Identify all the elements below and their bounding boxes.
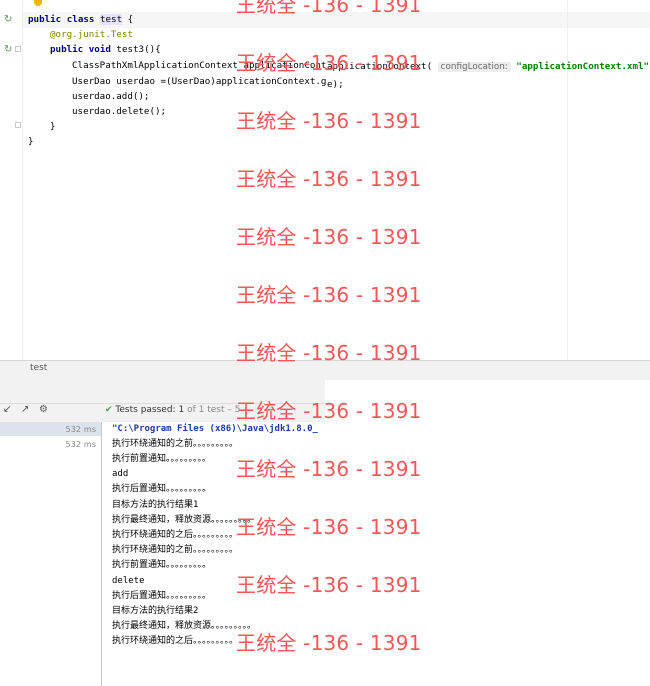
console-line: 执行后置通知。。。。。。。。。	[112, 484, 212, 494]
console-line: 目标方法的执行结果1	[112, 500, 199, 510]
console-line: 执行最终通知，释放资源。。。。。。。。。	[112, 515, 257, 525]
code-line-userdao: UserDao userdao =(UserDao)applicationCon…	[72, 76, 327, 87]
run-header-bar	[0, 380, 325, 404]
run-header-gap	[325, 380, 650, 404]
run-tool-window-header	[0, 360, 650, 381]
intention-bulb-icon[interactable]	[34, 0, 42, 6]
fold-icon[interactable]	[15, 122, 21, 128]
param-hint: configLocation:	[437, 62, 511, 72]
code-line-annotation: @org.junit.Test	[50, 29, 133, 40]
code-line-add: userdao.add();	[72, 91, 150, 102]
console-line: 执行前置通知。。。。。。。。。	[112, 560, 212, 570]
console-line: delete	[112, 576, 145, 586]
console-line: 执行后置通知。。。。。。。。。	[112, 591, 212, 601]
run-tab-label[interactable]: test	[30, 363, 47, 373]
console-line: 执行环绕通知的之后。。。。。。。。。	[112, 530, 239, 540]
console-line: 目标方法的执行结果2	[112, 606, 199, 616]
code-line-context-tail: applicationContext( configLocation: "app…	[327, 61, 650, 72]
console-command: "C:\Program Files (x86)\Java\jdk1.8.0_	[112, 424, 318, 434]
editor-gutter: ↻ ↻	[0, 0, 23, 362]
run-test-icon[interactable]: ↻	[4, 14, 12, 25]
check-icon: ✔	[105, 405, 113, 415]
code-editor[interactable]: ↻ ↻ public class test { @org.junit.Test …	[0, 0, 650, 362]
code-line-userdao-tail: e);	[327, 79, 344, 90]
code-line-delete: userdao.delete();	[72, 106, 167, 117]
console-output[interactable]: "C:\Program Files (x86)\Java\jdk1.8.0_ 执…	[102, 422, 650, 686]
test-status: ✔ Tests passed: 1 of 1 test – 5	[105, 405, 241, 415]
rerun-icon[interactable]: ↙	[3, 404, 11, 415]
code-line-close-class: }	[28, 136, 34, 147]
code-line-class: public class test {	[28, 14, 134, 25]
code-line-close-method: }	[50, 121, 56, 132]
test-tree[interactable]: 532 ms 532 ms	[0, 422, 102, 686]
console-line: 执行环绕通知的之前。。。。。。。。。	[112, 439, 239, 449]
run-test-icon[interactable]: ↻	[4, 44, 12, 55]
console-line: 执行最终通知，释放资源。。。。。。。。。	[112, 621, 257, 631]
tree-time: 532 ms	[65, 424, 96, 434]
export-icon[interactable]: ↗	[21, 404, 29, 415]
console-line: 执行环绕通知的之前。。。。。。。。。	[112, 545, 239, 555]
console-line: 执行环绕通知的之后。。。。。。。。。	[112, 636, 239, 646]
fold-icon[interactable]	[15, 46, 21, 52]
code-line-method: public void test3(){	[50, 44, 161, 55]
tree-time: 532 ms	[65, 439, 96, 449]
code-line-context: ClassPathXmlApplicationContext applicati…	[72, 60, 327, 71]
right-margin-guide	[567, 0, 568, 362]
console-line: 执行前置通知。。。。。。。。。	[112, 454, 212, 464]
console-line: add	[112, 469, 129, 479]
gear-icon[interactable]: ⚙	[39, 404, 48, 415]
